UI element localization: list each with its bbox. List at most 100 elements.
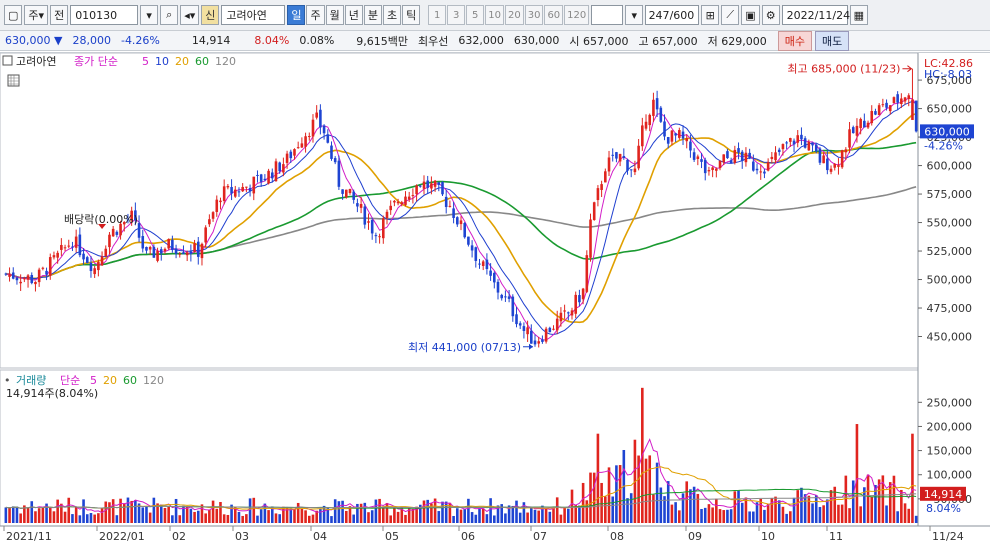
candle-body (111, 228, 115, 237)
volume-bar (296, 502, 300, 523)
draw-tool-icon[interactable]: ⟋ (721, 5, 740, 25)
volume-bar (241, 515, 244, 523)
market-select[interactable]: 주 ▾ (24, 5, 49, 25)
candle-body (652, 99, 655, 116)
candle-body (685, 138, 689, 142)
interval-tab-10[interactable]: 10 (485, 5, 504, 25)
candle-body (740, 151, 744, 162)
volume-bar (511, 505, 515, 523)
candle-body (359, 203, 363, 208)
interval-tab-60[interactable]: 60 (544, 5, 564, 25)
volume-bar (774, 496, 777, 523)
volume-bar (681, 493, 685, 523)
ma-legend-20: 20 (175, 55, 189, 68)
volume-bar (119, 498, 122, 523)
candle-body (811, 142, 814, 146)
bar-count-field[interactable]: 247/600 (645, 5, 700, 25)
x-tick-label: 2021/11 (6, 530, 52, 543)
candle-body (574, 294, 578, 314)
interval-tab-3[interactable]: 3 (447, 5, 466, 25)
volume-bar (822, 505, 825, 523)
candle-body (219, 200, 222, 203)
candle-body (896, 94, 899, 103)
interval-tab-20[interactable]: 20 (504, 5, 524, 25)
candle-body (352, 191, 355, 200)
candle-body (222, 186, 226, 201)
candle-body (208, 219, 211, 225)
search-icon[interactable]: ⌕ (160, 5, 179, 25)
candle-body (248, 187, 252, 192)
stock-code-input[interactable]: 010130 (70, 5, 139, 25)
volume-bar (604, 496, 607, 523)
grid-tool-icon[interactable]: ⊞ (701, 5, 720, 25)
window-icon[interactable]: ▢ (4, 5, 23, 25)
volume-bar (452, 515, 455, 523)
volume-bar (700, 508, 703, 523)
sell-button[interactable]: 매도 (815, 30, 850, 51)
new-badge[interactable]: 신 (201, 5, 220, 25)
volume-bar (748, 511, 751, 523)
volume-bar (130, 500, 133, 523)
volume-bar (537, 510, 541, 523)
candle-body (404, 196, 407, 205)
calendar-icon[interactable]: ▦ (849, 5, 869, 25)
candle-body (344, 189, 348, 198)
code-dropdown-icon[interactable]: ▾ (140, 5, 159, 25)
interval-tab-1[interactable]: 1 (428, 5, 447, 25)
period-tab-6[interactable]: 틱 (402, 5, 421, 25)
volume-bar (252, 497, 256, 523)
candle-body (659, 107, 663, 122)
period-tab-1[interactable]: 주 (306, 5, 325, 25)
volume-bar (11, 506, 15, 523)
best-ask: 632,000 (458, 34, 504, 47)
price-ma-label: 종가 단순 (74, 55, 118, 68)
volume-bar (729, 509, 733, 523)
volume-bar (544, 508, 548, 523)
chart-area[interactable]: 675,000650,000625,000600,000575,000550,0… (0, 52, 990, 545)
volume-bar (615, 465, 618, 523)
save-icon[interactable]: ▣ (741, 5, 760, 25)
speaker-icon[interactable]: ◂▾ (180, 5, 200, 25)
candle-body (63, 247, 67, 249)
volume-bar (293, 508, 296, 523)
period-tab-3[interactable]: 년 (344, 5, 363, 25)
volume-bar (311, 514, 315, 523)
x-tick-label: 04 (313, 530, 327, 543)
volume-bar (26, 507, 30, 523)
candle-body (618, 153, 622, 162)
volume-bar (204, 513, 207, 523)
candle-body (655, 98, 659, 110)
stock-chart[interactable]: 675,000650,000625,000600,000575,000550,0… (0, 52, 990, 546)
volume-bar (711, 507, 714, 523)
grid-toggle-icon[interactable] (7, 74, 20, 87)
volume-bar (485, 514, 489, 523)
candle-body (526, 327, 529, 335)
candle-body (19, 281, 22, 284)
period-tab-4[interactable]: 분 (363, 5, 382, 25)
volume-bar (696, 493, 700, 523)
candle-body (518, 323, 522, 326)
volume-bar (678, 510, 681, 523)
volume-bar (722, 510, 726, 523)
candle-body (622, 156, 626, 158)
interval-dropdown-icon[interactable]: ▾ (625, 5, 644, 25)
period-tab-0[interactable]: 일 (287, 5, 306, 25)
all-button[interactable]: 전 (50, 5, 69, 25)
volume-bar (78, 515, 82, 523)
volume-bar (367, 512, 370, 523)
interval-input[interactable] (591, 5, 624, 25)
buy-button[interactable]: 매수 (777, 30, 813, 51)
interval-tab-120[interactable]: 120 (564, 5, 590, 25)
date-input[interactable]: 2022/11/24 (781, 5, 850, 25)
candle-body (422, 181, 426, 189)
interval-tab-30[interactable]: 30 (524, 5, 544, 25)
candle-body (478, 263, 481, 265)
volume-bar (37, 508, 41, 523)
candle-body (770, 156, 774, 160)
interval-tab-5[interactable]: 5 (466, 5, 485, 25)
settings-icon[interactable]: ⚙ (761, 5, 780, 25)
period-tab-2[interactable]: 월 (325, 5, 344, 25)
period-tab-5[interactable]: 초 (382, 5, 402, 25)
candle-body (393, 200, 396, 203)
volume-bar (911, 433, 914, 523)
